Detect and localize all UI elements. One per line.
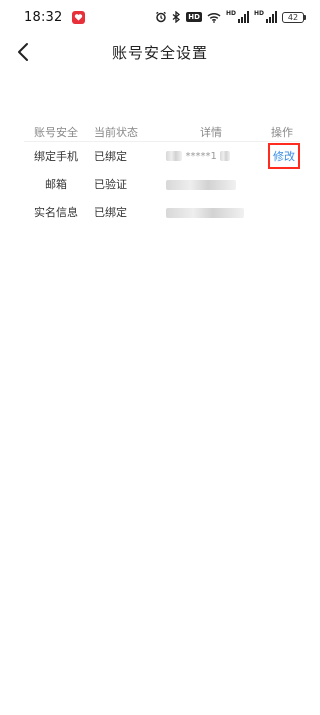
page-title: 账号安全设置 bbox=[111, 44, 208, 62]
signal-1-icon: HD bbox=[226, 11, 249, 23]
status-right: HD HD HD 42 bbox=[155, 11, 306, 23]
redacted-block bbox=[166, 207, 244, 218]
status-left: 18:32 bbox=[24, 9, 86, 25]
nav-header: 账号安全设置 bbox=[0, 34, 320, 70]
row-item: 绑定手机 bbox=[34, 150, 78, 163]
alarm-icon bbox=[155, 11, 167, 23]
row-item: 实名信息 bbox=[34, 206, 78, 219]
signal-2-icon: HD bbox=[254, 11, 277, 23]
row-item: 邮箱 bbox=[45, 178, 67, 191]
signal-2-tag: HD bbox=[253, 10, 264, 17]
row-status: 已绑定 bbox=[94, 206, 127, 219]
status-bar: 18:32 HD HD HD 42 bbox=[0, 0, 320, 34]
redacted-block bbox=[166, 179, 236, 190]
column-header-detail: 详情 bbox=[200, 125, 222, 139]
battery-level: 42 bbox=[282, 11, 304, 23]
row-status: 已验证 bbox=[94, 178, 127, 191]
table-header: 账号安全 当前状态 详情 操作 bbox=[24, 124, 300, 142]
status-time: 18:32 bbox=[24, 9, 63, 25]
bluetooth-icon bbox=[172, 11, 181, 23]
phone-detail: *****1 bbox=[185, 150, 217, 162]
table-row-email: 邮箱 已验证 bbox=[24, 170, 300, 198]
account-security-table: 账号安全 当前状态 详情 操作 绑定手机 已绑定 *****1 修改 邮箱 已验… bbox=[24, 124, 300, 226]
wifi-icon bbox=[207, 12, 221, 23]
column-header-item: 账号安全 bbox=[34, 125, 78, 139]
row-status: 已绑定 bbox=[94, 150, 127, 163]
modify-phone-link[interactable]: 修改 bbox=[273, 150, 295, 163]
row-detail: *****1 bbox=[144, 149, 264, 164]
row-detail bbox=[144, 206, 264, 219]
column-header-status: 当前状态 bbox=[94, 125, 138, 139]
hd-voice-icon: HD bbox=[186, 12, 202, 22]
row-detail bbox=[144, 178, 264, 191]
row-action-cell: 修改 bbox=[264, 143, 300, 169]
app-notification-icon bbox=[72, 10, 86, 24]
column-header-action: 操作 bbox=[271, 125, 293, 139]
highlight-box: 修改 bbox=[268, 143, 300, 169]
table-row-phone: 绑定手机 已绑定 *****1 修改 bbox=[24, 142, 300, 170]
table-row-realname: 实名信息 已绑定 bbox=[24, 198, 300, 226]
battery-icon: 42 bbox=[282, 11, 306, 23]
redacted-block bbox=[166, 150, 182, 161]
redacted-block bbox=[220, 150, 231, 161]
signal-1-tag: HD bbox=[225, 10, 236, 17]
